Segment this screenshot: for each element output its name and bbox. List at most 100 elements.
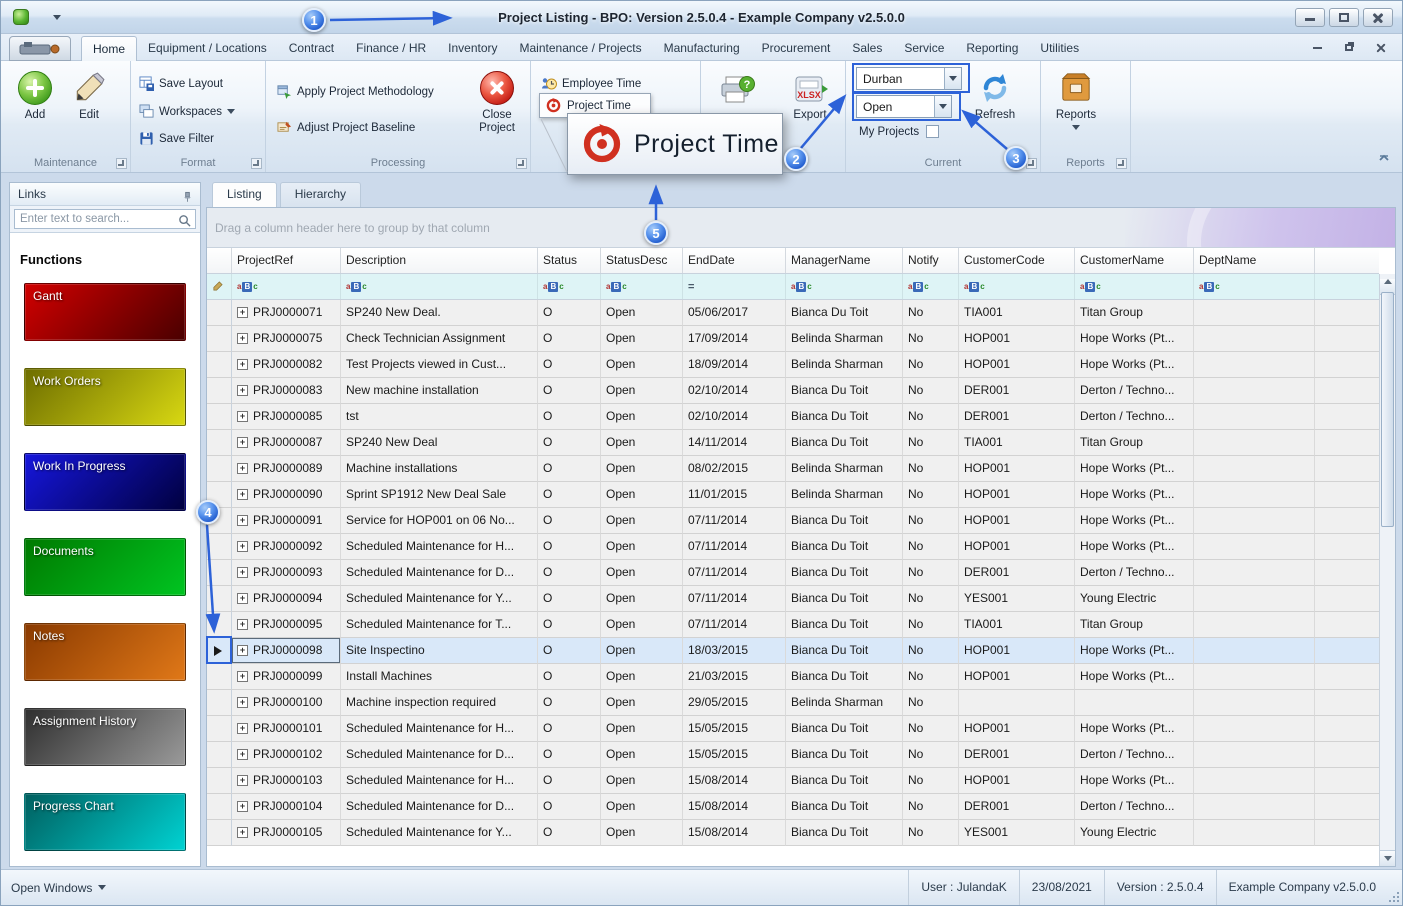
cell-customername[interactable]: Hope Works (Pt...: [1075, 716, 1194, 742]
cell-customername[interactable]: Hope Works (Pt...: [1075, 456, 1194, 482]
ribbon-tab-inventory[interactable]: Inventory: [437, 36, 508, 61]
grid-row-prj0000095[interactable]: + PRJ0000095 Scheduled Maintenance for T..…: [207, 612, 1379, 638]
expand-icon[interactable]: +: [237, 619, 248, 631]
cell-notify[interactable]: No: [903, 482, 959, 508]
cell-deptname[interactable]: [1194, 742, 1315, 768]
cell-statusdesc[interactable]: Open: [601, 612, 683, 638]
cell-description[interactable]: Scheduled Maintenance for H...: [341, 716, 538, 742]
cell-status[interactable]: O: [538, 664, 601, 690]
cell-deptname[interactable]: [1194, 716, 1315, 742]
cell-managername[interactable]: Bianca Du Toit: [786, 664, 903, 690]
cell-deptname[interactable]: [1194, 300, 1315, 326]
cell-notify[interactable]: No: [903, 378, 959, 404]
cell-enddate[interactable]: 07/11/2014: [683, 508, 786, 534]
cell-projectref[interactable]: + PRJ0000091: [232, 508, 341, 534]
cell-enddate[interactable]: 05/06/2017: [683, 300, 786, 326]
expand-icon[interactable]: +: [237, 515, 248, 527]
cell-managername[interactable]: Bianca Du Toit: [786, 508, 903, 534]
cell-description[interactable]: Check Technician Assignment: [341, 326, 538, 352]
cell-customercode[interactable]: DER001: [959, 742, 1075, 768]
cell-description[interactable]: Scheduled Maintenance for H...: [341, 534, 538, 560]
cell-status[interactable]: O: [538, 482, 601, 508]
cell-description[interactable]: Scheduled Maintenance for D...: [341, 794, 538, 820]
cell-deptname[interactable]: [1194, 430, 1315, 456]
filter-cell-enddate[interactable]: =: [683, 274, 786, 299]
grid-row-prj0000087[interactable]: + PRJ0000087 SP240 New Deal O Open 14/11/2014…: [207, 430, 1379, 456]
cell-enddate[interactable]: 18/03/2015: [683, 638, 786, 664]
cell-customercode[interactable]: YES001: [959, 586, 1075, 612]
ribbon-tab-reporting[interactable]: Reporting: [955, 36, 1029, 61]
grid-row-prj0000082[interactable]: + PRJ0000082 Test Projects viewed in Cust.…: [207, 352, 1379, 378]
cell-projectref[interactable]: + PRJ0000082: [232, 352, 341, 378]
cell-customername[interactable]: Titan Group: [1075, 612, 1194, 638]
expand-icon[interactable]: +: [237, 541, 248, 553]
grid-row-prj0000089[interactable]: + PRJ0000089 Machine installations O Open 08/…: [207, 456, 1379, 482]
cell-deptname[interactable]: [1194, 768, 1315, 794]
cell-statusdesc[interactable]: Open: [601, 534, 683, 560]
mdi-close-button[interactable]: [1370, 39, 1392, 56]
filter-cell-customercode[interactable]: aBc: [959, 274, 1075, 299]
save-layout-button[interactable]: Save Layout: [135, 73, 227, 94]
cell-notify[interactable]: No: [903, 638, 959, 664]
cell-description[interactable]: Sprint SP1912 New Deal Sale: [341, 482, 538, 508]
column-header-projectref[interactable]: ProjectRef: [232, 248, 341, 273]
cell-customercode[interactable]: HOP001: [959, 664, 1075, 690]
filter-cell-notify[interactable]: aBc: [903, 274, 959, 299]
adjust-project-baseline-button[interactable]: Adjust Project Baseline: [273, 117, 419, 138]
cell-status[interactable]: O: [538, 534, 601, 560]
cell-description[interactable]: Scheduled Maintenance for D...: [341, 560, 538, 586]
cell-managername[interactable]: Belinda Sharman: [786, 456, 903, 482]
add-button[interactable]: Add: [7, 65, 63, 122]
cell-notify[interactable]: No: [903, 430, 959, 456]
expand-icon[interactable]: +: [237, 723, 248, 735]
grid-row-prj0000091[interactable]: + PRJ0000091 Service for HOP001 on 06 No..…: [207, 508, 1379, 534]
cell-enddate[interactable]: 07/11/2014: [683, 534, 786, 560]
maximize-button[interactable]: [1329, 8, 1359, 27]
cell-customername[interactable]: Young Electric: [1075, 586, 1194, 612]
cell-customername[interactable]: Derton / Techno...: [1075, 794, 1194, 820]
cell-status[interactable]: O: [538, 326, 601, 352]
grid-row-prj0000092[interactable]: + PRJ0000092 Scheduled Maintenance for H..…: [207, 534, 1379, 560]
expand-icon[interactable]: +: [237, 775, 248, 787]
function-button-work-in-progress[interactable]: Work In Progress: [24, 453, 186, 511]
function-button-work-orders[interactable]: Work Orders: [24, 368, 186, 426]
expand-icon[interactable]: +: [237, 567, 248, 579]
column-header-statusdesc[interactable]: StatusDesc: [601, 248, 683, 273]
cell-statusdesc[interactable]: Open: [601, 690, 683, 716]
grid-row-prj0000075[interactable]: + PRJ0000075 Check Technician Assignment O O…: [207, 326, 1379, 352]
cell-deptname[interactable]: [1194, 326, 1315, 352]
column-header-customercode[interactable]: CustomerCode: [959, 248, 1075, 273]
cell-managername[interactable]: Bianca Du Toit: [786, 612, 903, 638]
cell-description[interactable]: Machine installations: [341, 456, 538, 482]
column-header-enddate[interactable]: EndDate: [683, 248, 786, 273]
cell-enddate[interactable]: 21/03/2015: [683, 664, 786, 690]
cell-customercode[interactable]: DER001: [959, 378, 1075, 404]
cell-status[interactable]: O: [538, 716, 601, 742]
ribbon-tab-sales[interactable]: Sales: [841, 36, 893, 61]
cell-description[interactable]: Machine inspection required: [341, 690, 538, 716]
cell-customername[interactable]: Hope Works (Pt...: [1075, 638, 1194, 664]
expand-icon[interactable]: +: [237, 827, 248, 839]
cell-customercode[interactable]: TIA001: [959, 300, 1075, 326]
column-header-customername[interactable]: CustomerName: [1075, 248, 1194, 273]
cell-enddate[interactable]: 15/05/2015: [683, 716, 786, 742]
cell-projectref[interactable]: + PRJ0000071: [232, 300, 341, 326]
cell-deptname[interactable]: [1194, 378, 1315, 404]
filter-cell-customername[interactable]: aBc: [1075, 274, 1194, 299]
cell-deptname[interactable]: [1194, 794, 1315, 820]
cell-notify[interactable]: No: [903, 404, 959, 430]
cell-statusdesc[interactable]: Open: [601, 378, 683, 404]
cell-projectref[interactable]: + PRJ0000094: [232, 586, 341, 612]
cell-managername[interactable]: Bianca Du Toit: [786, 638, 903, 664]
filter-cell-deptname[interactable]: aBc: [1194, 274, 1315, 299]
cell-deptname[interactable]: [1194, 690, 1315, 716]
cell-statusdesc[interactable]: Open: [601, 300, 683, 326]
cell-notify[interactable]: No: [903, 768, 959, 794]
expand-icon[interactable]: +: [237, 359, 248, 371]
filter-cell-status[interactable]: aBc: [538, 274, 601, 299]
cell-description[interactable]: Test Projects viewed in Cust...: [341, 352, 538, 378]
cell-deptname[interactable]: [1194, 482, 1315, 508]
cell-projectref[interactable]: + PRJ0000098: [232, 638, 341, 664]
cell-enddate[interactable]: 02/10/2014: [683, 404, 786, 430]
cell-description[interactable]: Scheduled Maintenance for Y...: [341, 820, 538, 846]
